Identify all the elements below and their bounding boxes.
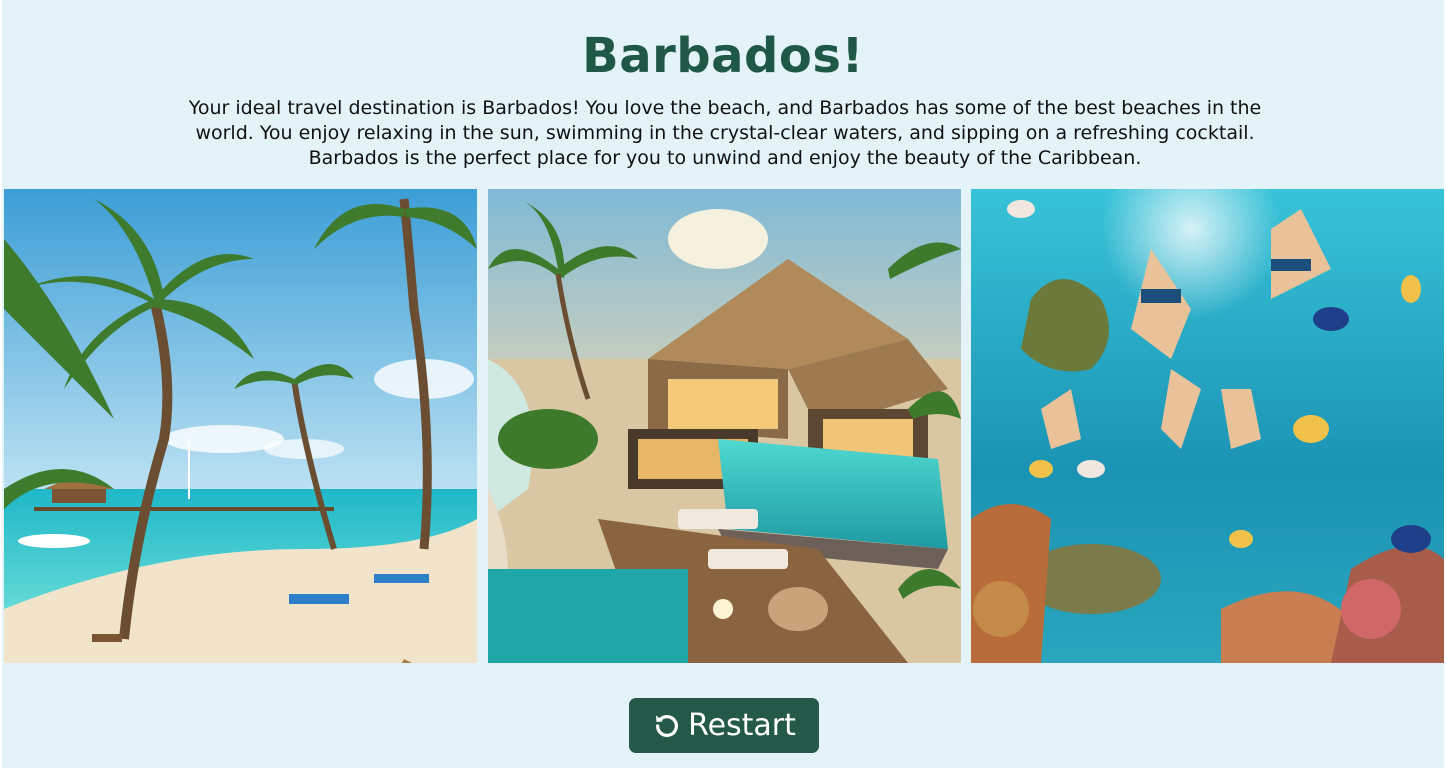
snorkeling-photo xyxy=(971,189,1444,663)
result-page: Barbados! Your ideal travel destination … xyxy=(0,0,1446,768)
image-gallery xyxy=(4,189,1444,663)
restart-button[interactable]: Restart xyxy=(629,698,819,753)
rotate-ccw-icon xyxy=(652,711,682,741)
result-description: Your ideal travel destination is Barbado… xyxy=(188,97,1262,169)
beach-photo xyxy=(4,189,477,663)
page-title: Barbados! xyxy=(582,28,864,84)
restart-label: Restart xyxy=(688,708,796,743)
villa-photo xyxy=(487,189,961,663)
